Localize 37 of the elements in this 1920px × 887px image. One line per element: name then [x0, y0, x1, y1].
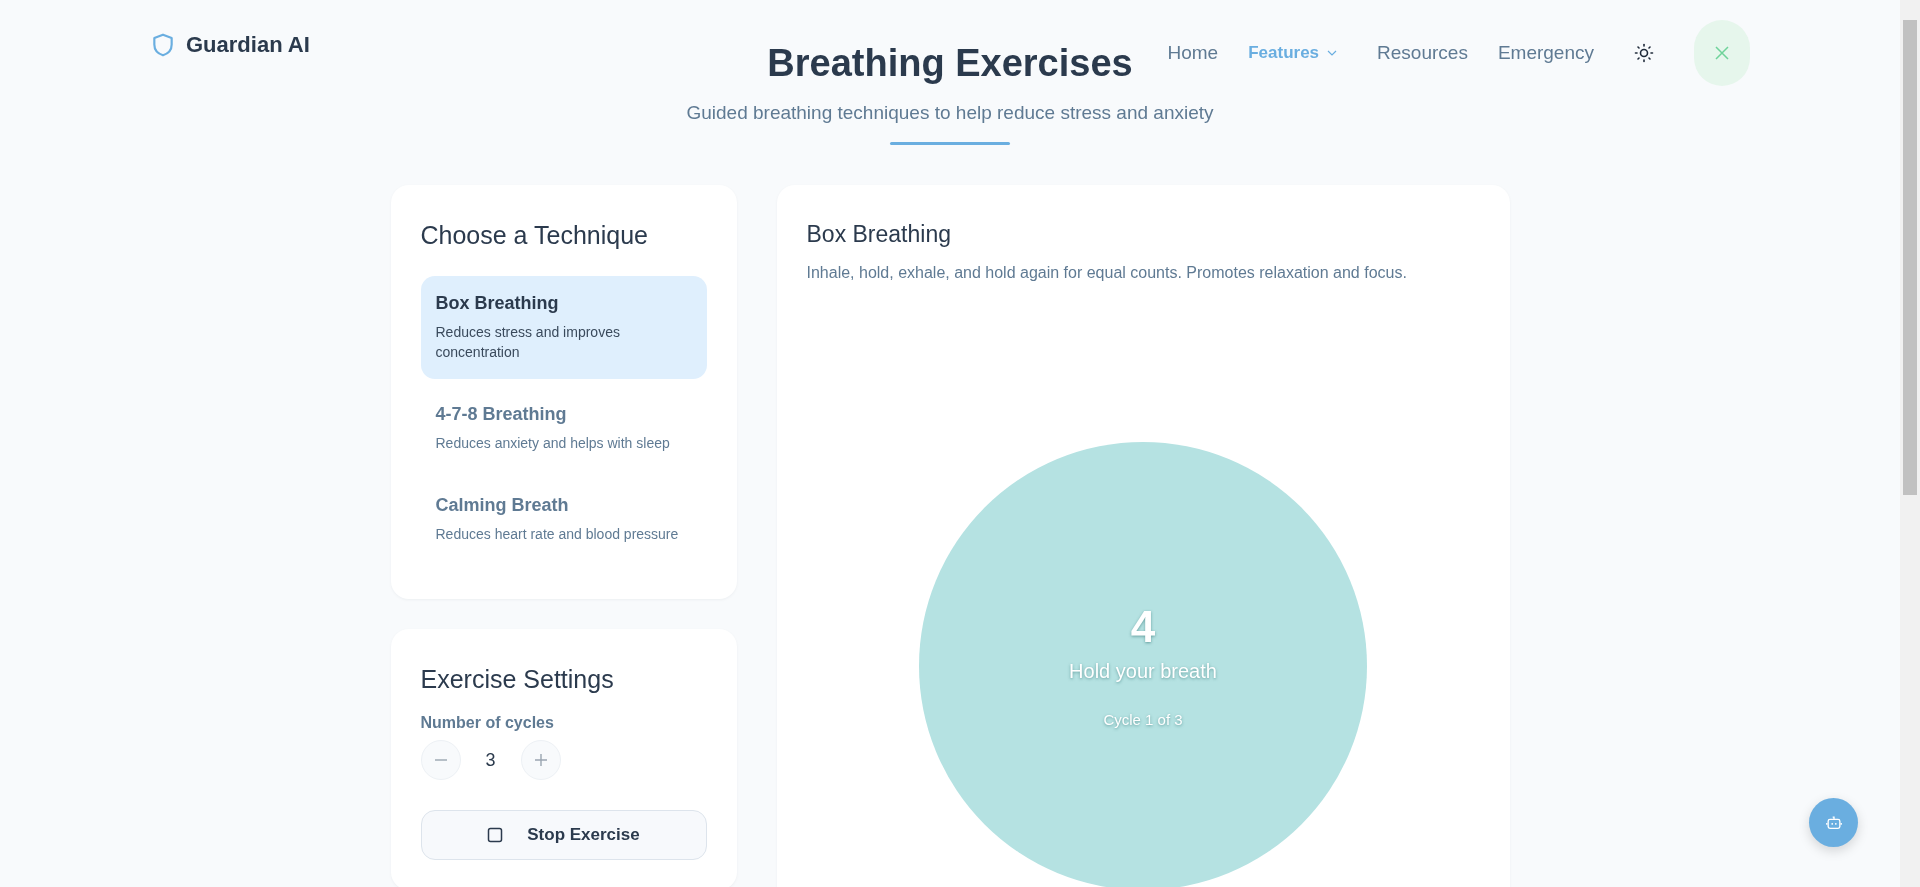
technique-option[interactable]: Box Breathing Reduces stress and improves concentration [420, 276, 707, 379]
technique-name: Calming Breath [435, 495, 570, 516]
close-icon [1714, 45, 1730, 61]
nav-link[interactable]: Home [1167, 42, 1219, 64]
technique-description: Reduces anxiety and helps with sleep [435, 434, 671, 453]
technique-name: 4-7-8 Breathing [435, 404, 568, 425]
technique-description: Reduces stress and improves concentration [435, 323, 621, 362]
cycles-value: 3 [484, 749, 497, 771]
chat-bot-button[interactable] [1809, 798, 1858, 847]
technique-name: Box Breathing [435, 293, 560, 314]
brand-name[interactable]: Guardian AI [186, 32, 310, 58]
page-title: Breathing Exercises [767, 41, 1133, 86]
nav-link[interactable]: Emergency [1497, 42, 1594, 64]
increment-button[interactable] [520, 740, 561, 780]
technique-option[interactable]: 4-7-8 Breathing Reduces anxiety and helps with sleep [420, 387, 707, 470]
exercise-description: Inhale, hold, exhale, and hold again for equal counts. Promotes relaxation and focus. [806, 264, 1408, 282]
scrollbar[interactable] [1900, 0, 1920, 887]
nav-link[interactable]: Resources [1377, 42, 1468, 64]
card-title: Choose a Technique [420, 221, 649, 250]
countdown-number: 4 [1130, 602, 1156, 652]
technique-description: Reduces heart rate and blood pressure [435, 525, 680, 544]
card-title: Exercise Settings [420, 665, 615, 694]
cycle-counter: Cycle 1 of 3 [1103, 711, 1183, 728]
stop-icon [487, 827, 504, 843]
robot-icon [1824, 813, 1843, 832]
breath-instruction: Hold your breath [1069, 660, 1217, 683]
shield-icon [150, 32, 176, 58]
exercise-title: Box Breathing [806, 221, 952, 248]
field-label: Number of cycles [420, 714, 555, 732]
close-button[interactable] [1694, 20, 1750, 86]
page-subtitle: Guided breathing techniques to help reduce stress and anxiety [686, 102, 1214, 124]
decrement-button[interactable] [420, 740, 461, 780]
stop-button[interactable]: Stop Exercise [420, 810, 707, 860]
plus-icon [532, 752, 549, 768]
technique-option[interactable]: Calming Breath Reduces heart rate and blood pressure [420, 478, 707, 561]
theme-toggle[interactable] [1634, 43, 1654, 63]
minus-icon [434, 759, 447, 761]
